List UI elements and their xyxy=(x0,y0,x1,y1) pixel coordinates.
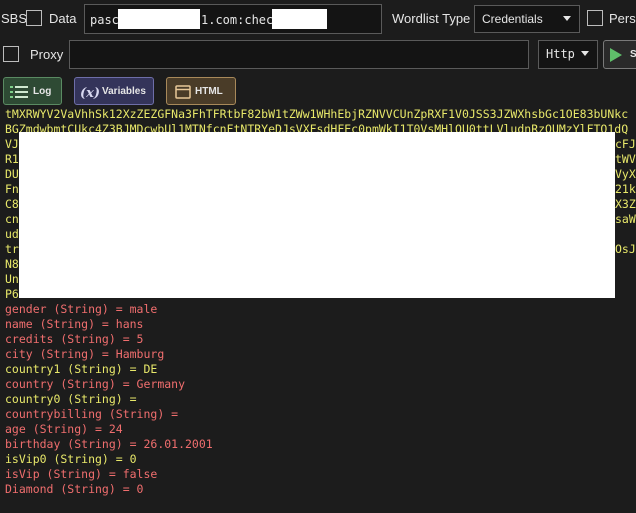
redaction-box xyxy=(19,132,615,298)
data-input-prefix: pasc xyxy=(90,13,119,27)
html-tab-label: HTML xyxy=(195,86,223,97)
run-button[interactable]: S xyxy=(603,40,636,69)
log-line: Fn xyxy=(5,182,19,196)
log-line: VJ xyxy=(5,137,19,151)
log-line-fragment: OsJ xyxy=(615,242,636,256)
wordlist-type-label: Wordlist Type xyxy=(392,11,471,26)
log-line: tr xyxy=(5,242,19,256)
data-checkbox[interactable] xyxy=(26,10,42,26)
variables-tab[interactable]: (x) Variables xyxy=(74,77,154,105)
data-input[interactable]: pasc 1.com:chec xyxy=(84,4,382,34)
redaction-box xyxy=(272,9,327,29)
wordlist-type-value: Credentials xyxy=(482,12,543,26)
list-icon xyxy=(10,86,28,98)
log-console[interactable]: tMXRWYV2VaVhhSk12XzZEZGFNa3FhTFRtbF82bW1… xyxy=(0,105,636,513)
log-line: R1 xyxy=(5,152,19,166)
log-line-fragment: VyX xyxy=(615,167,636,181)
log-tab[interactable]: Log xyxy=(3,77,62,105)
proxy-type-select[interactable]: Http xyxy=(538,40,598,69)
redaction-box xyxy=(118,9,200,29)
variable-line: isVip (String) = false xyxy=(5,467,158,481)
persist-label: Persis xyxy=(609,11,636,26)
log-line-fragment: saW xyxy=(615,212,636,226)
proxy-checkbox[interactable] xyxy=(3,46,19,62)
log-line: P6 xyxy=(5,287,19,301)
variable-line: gender (String) = male xyxy=(5,302,158,316)
variable-line: name (String) = hans xyxy=(5,317,144,331)
variable-line: Diamond (String) = 0 xyxy=(5,482,144,496)
log-line: C8 xyxy=(5,197,19,211)
log-line: N8 xyxy=(5,257,19,271)
window-icon xyxy=(175,85,191,99)
log-tab-label: Log xyxy=(33,86,52,97)
variable-line: birthday (String) = 26.01.2001 xyxy=(5,437,213,451)
variable-line: country1 (String) = DE xyxy=(5,362,158,376)
variables-tab-label: Variables xyxy=(102,86,146,97)
chevron-down-icon xyxy=(563,16,571,21)
proxy-input[interactable] xyxy=(69,40,529,69)
data-input-middle: 1.com:chec xyxy=(201,13,274,27)
log-line: Un xyxy=(5,272,19,286)
chevron-down-icon xyxy=(581,51,589,56)
play-icon xyxy=(610,48,622,62)
html-tab[interactable]: HTML xyxy=(166,77,236,105)
log-line-fragment: 21k xyxy=(615,182,636,196)
log-line: tMXRWYV2VaVhhSk12XzZEZGFNa3FhTFRtbF82bW1… xyxy=(5,107,629,121)
log-line: DU xyxy=(5,167,19,181)
proxy-label: Proxy xyxy=(30,47,64,62)
wordlist-type-select[interactable]: Credentials xyxy=(474,5,580,33)
log-line-fragment: X3Z xyxy=(615,197,636,211)
log-line: ud xyxy=(5,227,19,241)
data-label: Data xyxy=(49,11,77,26)
log-line-fragment: tWV xyxy=(615,152,636,166)
variable-line: country0 (String) = xyxy=(5,392,137,406)
log-line: cn xyxy=(5,212,19,226)
variable-line: city (String) = Hamburg xyxy=(5,347,165,361)
variable-line: country (String) = Germany xyxy=(5,377,186,391)
svg-text:(x): (x) xyxy=(80,86,100,100)
variable-line: credits (String) = 5 xyxy=(5,332,144,346)
variable-line: isVip0 (String) = 0 xyxy=(5,452,137,466)
sbs-label: SBS xyxy=(1,11,28,26)
log-line-fragment: cFJ xyxy=(615,137,636,151)
variable-line: age (String) = 24 xyxy=(5,422,123,436)
function-icon: (x) xyxy=(80,86,100,100)
run-button-label: S xyxy=(630,49,636,60)
persist-checkbox[interactable] xyxy=(587,10,603,26)
proxy-type-value: Http xyxy=(546,47,575,61)
variable-line: countrybilling (String) = xyxy=(5,407,179,421)
